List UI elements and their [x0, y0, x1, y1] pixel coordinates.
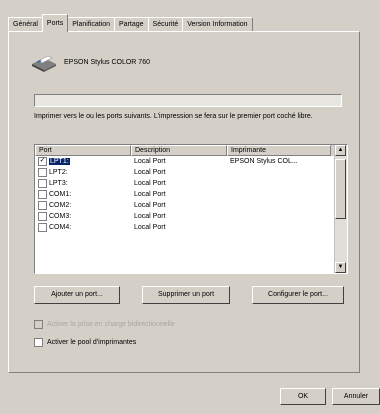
description-cell: Local Port	[134, 180, 166, 187]
table-row[interactable]: COM3: Local Port	[35, 211, 347, 222]
port-checkbox[interactable]	[38, 178, 47, 188]
vertical-scrollbar[interactable]: ▲ ▼	[334, 145, 347, 273]
port-cell[interactable]: COM2:	[35, 200, 131, 211]
column-header-description[interactable]: Description	[131, 145, 227, 156]
tab-planification[interactable]: Planification	[67, 17, 115, 32]
port-name: COM4:	[49, 224, 72, 231]
description-cell: Local Port	[134, 213, 166, 220]
list-rows: ✓ LPT1: Local Port EPSON Stylus COL... LPT2:…	[35, 156, 347, 233]
column-header-port[interactable]: Port	[35, 145, 131, 156]
pooling-checkbox[interactable]	[34, 338, 43, 347]
port-cell[interactable]: COM3:	[35, 211, 131, 222]
bidirectional-checkbox[interactable]	[34, 320, 43, 329]
port-checkbox[interactable]	[38, 200, 47, 210]
pooling-option[interactable]: Activer le pool d'imprimantes	[34, 338, 136, 347]
description-cell: Local Port	[134, 169, 166, 176]
printer-cell: EPSON Stylus COL...	[230, 158, 298, 165]
list-header: Port Description Imprimante	[35, 145, 347, 156]
printer-name-field	[34, 94, 342, 107]
ok-button[interactable]: OK	[280, 388, 326, 405]
printer-header: EPSON Stylus COLOR 760	[30, 52, 150, 72]
pooling-label: Activer le pool d'imprimantes	[47, 339, 137, 346]
printer-name: EPSON Stylus COLOR 760	[64, 58, 150, 66]
tab-general[interactable]: Général	[8, 17, 43, 32]
delete-port-button[interactable]: Supprimer un port	[142, 286, 230, 304]
printer-cell	[227, 189, 331, 200]
port-cell[interactable]: LPT3:	[35, 178, 131, 189]
printer-cell	[227, 178, 331, 189]
port-checkbox[interactable]	[38, 167, 47, 177]
table-row[interactable]: LPT2: Local Port	[35, 167, 347, 178]
scroll-thumb[interactable]	[335, 159, 346, 219]
port-cell[interactable]: ✓ LPT1:	[35, 156, 131, 167]
tab-version-information[interactable]: Version Information	[182, 17, 253, 32]
table-row[interactable]: COM4: Local Port	[35, 222, 347, 233]
add-port-button[interactable]: Ajouter un port...	[34, 286, 120, 304]
port-name: LPT2:	[49, 169, 68, 176]
table-row[interactable]: COM1: Local Port	[35, 189, 347, 200]
port-name: COM2:	[49, 202, 72, 209]
description-cell: Local Port	[134, 224, 166, 231]
table-row[interactable]: COM2: Local Port	[35, 200, 347, 211]
port-name: COM1:	[49, 191, 72, 198]
instruction-text: Imprimer vers le ou les ports suivants. …	[34, 113, 313, 120]
port-checkbox[interactable]	[38, 222, 47, 232]
tab-partage[interactable]: Partage	[114, 17, 149, 32]
printer-cell	[227, 211, 331, 222]
printer-cell	[227, 222, 331, 233]
printer-cell	[227, 200, 331, 211]
port-cell[interactable]: COM1:	[35, 189, 131, 200]
tab-strip: Général Ports Planification Partage Sécu…	[8, 14, 253, 32]
printer-cell	[227, 167, 331, 178]
column-header-printer[interactable]: Imprimante	[227, 145, 331, 156]
description-cell: Local Port	[134, 191, 166, 198]
tab-securite[interactable]: Sécurité	[147, 17, 184, 32]
description-cell: Local Port	[134, 202, 166, 209]
tab-ports[interactable]: Ports	[41, 14, 69, 32]
port-name: LPT3:	[49, 180, 68, 187]
port-checkbox[interactable]	[38, 211, 47, 221]
port-name: COM3:	[49, 213, 72, 220]
printer-icon	[32, 55, 56, 72]
port-name: LPT1:	[49, 158, 70, 165]
scroll-down-icon[interactable]: ▼	[335, 262, 346, 273]
bidirectional-option[interactable]: Activer la prise en charge bidirectionne…	[34, 320, 175, 329]
cancel-button[interactable]: Annuler	[332, 388, 380, 405]
port-checkbox[interactable]: ✓	[38, 156, 47, 166]
table-row[interactable]: LPT3: Local Port	[35, 178, 347, 189]
ports-list[interactable]: Port Description Imprimante ✓ LPT1: Local …	[34, 144, 348, 274]
port-cell[interactable]: COM4:	[35, 222, 131, 233]
port-cell[interactable]: LPT2:	[35, 167, 131, 178]
description-cell: Local Port	[134, 158, 166, 165]
table-row[interactable]: ✓ LPT1: Local Port EPSON Stylus COL...	[35, 156, 347, 167]
port-checkbox[interactable]	[38, 189, 47, 199]
bidirectional-label: Activer la prise en charge bidirectionne…	[47, 321, 175, 328]
scroll-up-icon[interactable]: ▲	[335, 145, 346, 156]
configure-port-button[interactable]: Configurer le port...	[252, 286, 344, 304]
